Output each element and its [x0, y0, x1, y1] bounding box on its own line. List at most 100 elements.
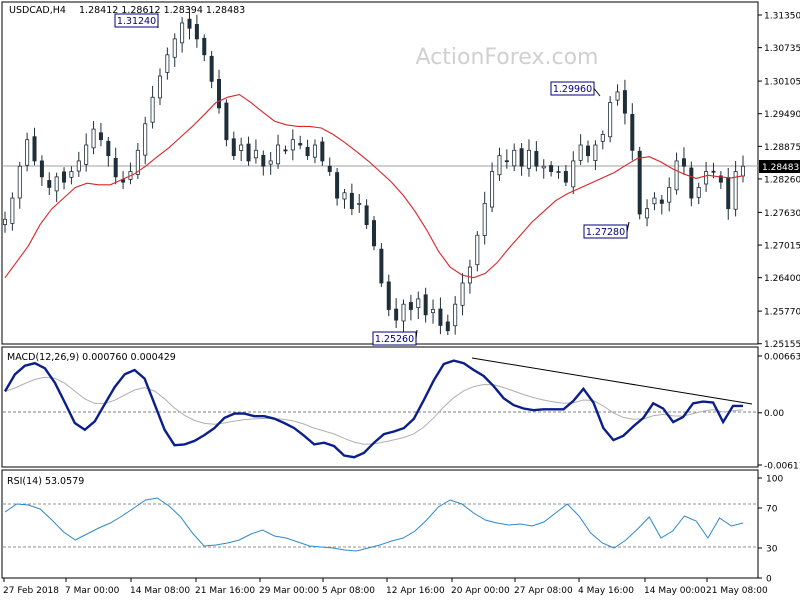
- price-axis-label: 1.30105: [764, 78, 800, 88]
- candle-body: [526, 149, 531, 169]
- candle-body: [541, 165, 546, 169]
- candle-body: [62, 171, 67, 183]
- candle-body: [512, 149, 517, 167]
- macd-line: [3, 359, 743, 459]
- candle-body: [3, 218, 8, 226]
- candle-body: [741, 165, 746, 177]
- candle-body: [76, 160, 81, 172]
- time-axis-label: 7 Mar 00:00: [65, 586, 120, 596]
- candle-body: [711, 170, 716, 173]
- time-axis-label: 12 Apr 16:00: [386, 586, 445, 596]
- candle-body: [615, 91, 620, 101]
- candle-body: [689, 167, 694, 199]
- price-annotation-label: 1.29960: [553, 84, 592, 95]
- candle-body: [349, 192, 354, 210]
- candle-body: [645, 208, 650, 219]
- price-axis: 1.31350 1.30735 1.30105 1.29490 1.28875 1.282…: [758, 12, 800, 350]
- price-axis-label: 1.30735: [764, 44, 800, 54]
- candle-body: [571, 160, 576, 188]
- candle-body: [386, 281, 391, 310]
- candle-body: [231, 138, 236, 157]
- candle-body: [47, 180, 52, 188]
- price-axis-label: 1.25770: [764, 308, 800, 318]
- candle-body: [113, 157, 118, 178]
- candle-body: [335, 172, 340, 199]
- candle-body: [674, 160, 679, 191]
- time-axis-label: 5 Apr 08:00: [322, 586, 375, 596]
- candle-body: [54, 176, 59, 192]
- price-axis-label: 1.28260: [764, 175, 800, 185]
- price-axis-label: 1.31350: [764, 12, 800, 22]
- candle-body: [276, 144, 281, 165]
- watermark: ActionForex.com: [416, 45, 599, 70]
- candle-body: [268, 160, 273, 165]
- time-axis-label: 27 Apr 08:00: [514, 586, 573, 596]
- candle-body: [394, 308, 399, 321]
- candle-body: [622, 90, 627, 114]
- candle-body: [224, 102, 229, 141]
- chart-canvas: ActionForex.com USDCAD,H4 1.28412 1.2861…: [1, 1, 800, 596]
- candle-body: [630, 114, 635, 151]
- chart-symbol: USDCAD,H4: [9, 5, 66, 16]
- price-axis-label: 1.27630: [764, 209, 800, 219]
- rsi-axis: 100 70 30 0: [758, 475, 783, 585]
- candle-body: [667, 187, 672, 203]
- macd-axis-label: 0.00: [764, 409, 784, 419]
- candle-body: [290, 139, 295, 151]
- candle-body: [25, 139, 30, 166]
- candle-body: [504, 160, 509, 163]
- macd-axis-label: -0.006114: [764, 462, 800, 472]
- candle-body: [696, 187, 701, 198]
- candle-body: [534, 151, 539, 167]
- candle-body: [371, 220, 376, 247]
- candle-body: [305, 146, 310, 157]
- candle-body: [157, 75, 162, 99]
- price-axis-label: 1.27015: [764, 242, 800, 252]
- candle-body: [379, 248, 384, 284]
- candle-body: [298, 143, 303, 146]
- price-annotation-leader: [415, 329, 418, 339]
- candle-body: [556, 171, 561, 173]
- candle-body: [150, 96, 155, 123]
- macd-pane-frame: [1, 346, 759, 468]
- time-axis-label: 27 Feb 2018: [3, 586, 59, 596]
- price-axis-label: 1.28875: [764, 143, 800, 153]
- candle-body: [549, 165, 554, 172]
- candle-body: [497, 155, 502, 176]
- rsi-axis-label: 0: [766, 575, 772, 585]
- current-price-label: 1.28483: [762, 163, 799, 173]
- chart-ohlc: 1.28412 1.28612 1.28394 1.28483: [79, 5, 245, 16]
- candle-body: [32, 136, 37, 162]
- candle-body: [637, 150, 642, 215]
- candle-body: [17, 165, 22, 199]
- candle-body: [165, 54, 170, 73]
- candle-body: [482, 202, 487, 236]
- time-axis: 27 Feb 2018 7 Mar 00:00 14 Mar 08:00 21 Mar…: [3, 578, 768, 596]
- price-axis-label: 1.25155: [764, 340, 800, 350]
- candle-body: [600, 133, 605, 142]
- candle-body: [180, 22, 185, 44]
- candle-body: [320, 141, 325, 162]
- candle-body: [327, 165, 332, 172]
- candle-body: [408, 302, 413, 310]
- candle-body: [172, 38, 177, 58]
- candle-body: [312, 144, 317, 158]
- time-axis-label: 4 May 16:00: [578, 586, 634, 596]
- candle-body: [490, 171, 495, 208]
- candle-body: [475, 234, 480, 266]
- candle-body: [143, 123, 148, 156]
- candle-body: [659, 199, 664, 204]
- candle-body: [453, 303, 458, 327]
- candle-body: [194, 24, 199, 40]
- time-axis-label: 29 Mar 00:00: [259, 586, 319, 596]
- rsi-pane-frame: [1, 469, 759, 579]
- candle-body: [187, 18, 192, 29]
- candle-body: [460, 282, 465, 306]
- candle-body: [91, 128, 96, 149]
- rsi-axis-label: 70: [766, 505, 778, 515]
- candle-body: [253, 149, 258, 159]
- price-annotation-label: 1.27280: [586, 227, 625, 238]
- candle-body: [98, 132, 103, 141]
- candle-body: [578, 144, 583, 161]
- candle-body: [69, 171, 74, 178]
